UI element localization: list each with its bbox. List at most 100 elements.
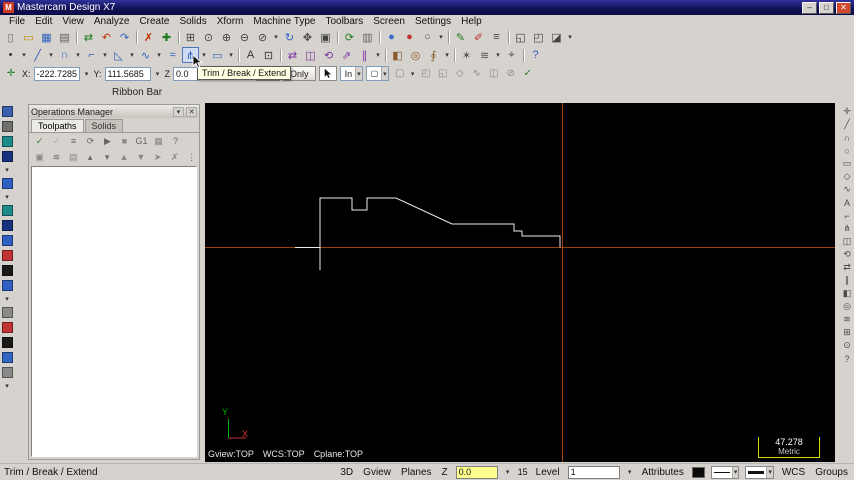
panel-menu-icon[interactable]: ▾ (173, 106, 184, 117)
dropdown-arrow-icon[interactable]: ▾ (3, 166, 11, 174)
rd-translate-icon[interactable]: ⇄ (841, 262, 854, 273)
dock-delete-tool[interactable] (1, 250, 13, 261)
dock-file-tool[interactable] (1, 106, 13, 117)
z-depth-button[interactable]: Z (440, 467, 450, 478)
levels-icon[interactable]: ≡ (488, 29, 505, 45)
dropdown-arrow-icon[interactable]: ▾ (566, 33, 574, 41)
drawing-canvas[interactable]: Y X Gview:TOP WCS:TOP Cplane:TOP 47.278 … (205, 103, 835, 462)
attributes-button[interactable]: Attributes (640, 467, 686, 478)
rd-polygon-icon[interactable]: ◇ (841, 171, 854, 182)
rd-rect-icon[interactable]: ▭ (841, 158, 854, 169)
bounding-box-icon[interactable]: ⊡ (260, 47, 277, 63)
rd-help-icon[interactable]: ? (841, 353, 854, 364)
panel-close-icon[interactable]: ✕ (186, 106, 197, 117)
dock-undo-tool[interactable] (1, 322, 13, 333)
select-none-ops-icon[interactable]: ✓ (49, 134, 64, 148)
verify-icon[interactable]: ■ (117, 134, 132, 148)
y-coordinate-input[interactable] (104, 66, 151, 81)
zoom-target-icon[interactable]: ⊙ (200, 29, 217, 45)
color-swatch[interactable] (691, 466, 705, 478)
menu-create[interactable]: Create (134, 16, 174, 27)
rd-grid-icon[interactable]: ⊞ (841, 327, 854, 338)
menu-help[interactable]: Help (456, 16, 487, 27)
in-selection-dropdown[interactable]: In ▾ (339, 66, 363, 81)
general-selection-icon[interactable] (318, 66, 337, 81)
pan-icon[interactable]: ✥ (299, 29, 316, 45)
create-point-icon[interactable]: • (2, 47, 19, 63)
dropdown-arrow-icon[interactable]: ▾ (494, 51, 502, 59)
unzoom-icon[interactable]: ⊘ (254, 29, 271, 45)
dropdown-arrow-icon[interactable]: ▾ (227, 51, 235, 59)
insert-arrow-icon[interactable]: ➤ (150, 150, 165, 164)
gview-front-icon[interactable]: ◰ (530, 29, 547, 45)
z-depth-input[interactable] (455, 465, 498, 479)
planes-button[interactable]: Planes (399, 467, 434, 478)
material-icon[interactable]: ● (401, 29, 418, 45)
part-profile-geometry[interactable] (295, 197, 561, 270)
parameters-icon[interactable]: ≡ (66, 134, 81, 148)
operations-manager-header[interactable]: Operations Manager ▾ ✕ (29, 105, 199, 118)
shape-selection-dropdown[interactable]: ▢ ▾ (365, 66, 389, 81)
create-arc-icon[interactable]: ∩ (56, 47, 73, 63)
gview-top-icon[interactable]: ◱ (512, 29, 529, 45)
menu-screen[interactable]: Screen (368, 16, 410, 27)
level-button[interactable]: Level (534, 467, 562, 478)
viewsheet-icon[interactable]: ▥ (359, 29, 376, 45)
new-file-icon[interactable]: ▯ (2, 29, 19, 45)
remove-op-icon[interactable]: ✗ (167, 150, 182, 164)
dropdown-arrow-icon[interactable]: ▾ (74, 51, 82, 59)
dock-xform-tool[interactable] (1, 220, 13, 231)
menu-toolbars[interactable]: Toolbars (320, 16, 368, 27)
dynamic-rotate-icon[interactable]: ↻ (281, 29, 298, 45)
rd-arc-icon[interactable]: ∩ (841, 132, 854, 143)
menu-settings[interactable]: Settings (410, 16, 456, 27)
dock-analyze-tool[interactable] (1, 151, 13, 162)
rd-toolpath-icon[interactable]: ≋ (841, 314, 854, 325)
wcs-button[interactable]: WCS (780, 467, 807, 478)
xform-scale-icon[interactable]: ⇗ (338, 47, 355, 63)
menu-xform[interactable]: Xform (212, 16, 249, 27)
rd-mirror-icon[interactable]: ◫ (841, 236, 854, 247)
gview-iso-icon[interactable]: ◪ (548, 29, 565, 45)
dock-solids-tool[interactable] (1, 205, 13, 216)
zoom-in-icon[interactable]: ⊕ (218, 29, 235, 45)
y-dropdown-icon[interactable]: ▾ (154, 70, 162, 78)
polygon-select-icon[interactable]: ◇ (452, 66, 468, 81)
dropdown-arrow-icon[interactable]: ▾ (3, 382, 11, 390)
attributes-pen-icon[interactable]: ✎ (452, 29, 469, 45)
xform-offset-icon[interactable]: ∥ (356, 47, 373, 63)
tab-solids[interactable]: Solids (84, 119, 124, 132)
zoom-out-icon[interactable]: ⊖ (236, 29, 253, 45)
backplot-icon[interactable]: ▶ (100, 134, 115, 148)
dropdown-arrow-icon[interactable]: ▾ (731, 466, 739, 478)
x-dropdown-icon[interactable]: ▾ (83, 70, 91, 78)
dropdown-arrow-icon[interactable]: ▾ (355, 67, 362, 80)
select-result-icon[interactable]: ▢ (392, 66, 408, 81)
end-selection-icon[interactable]: ✓ (520, 66, 536, 81)
level-input[interactable] (567, 465, 620, 479)
dropdown-arrow-icon[interactable]: ▾ (437, 33, 445, 41)
rd-trim-icon[interactable]: ⋔ (841, 223, 854, 234)
create-curve-icon[interactable]: ≈ (164, 47, 181, 63)
wireframe-icon[interactable]: ○ (419, 29, 436, 45)
post-icon[interactable]: G1 (134, 134, 149, 148)
line-width-dropdown[interactable]: ▾ (745, 465, 774, 479)
shaded-view-icon[interactable]: ● (383, 29, 400, 45)
xform-translate-icon[interactable]: ⇄ (284, 47, 301, 63)
dropdown-arrow-icon[interactable]: ▾ (381, 67, 388, 80)
create-rectangle-icon[interactable]: ▭ (209, 47, 226, 63)
ops-help-icon[interactable]: ? (168, 134, 183, 148)
rd-spline-icon[interactable]: ∿ (841, 184, 854, 195)
analyze-position-icon[interactable]: ⌖ (503, 47, 520, 63)
machine-group-icon[interactable]: ✶ (458, 47, 475, 63)
dropdown-arrow-icon[interactable]: ▾ (101, 51, 109, 59)
dock-machine-tool[interactable] (1, 235, 13, 246)
help-icon[interactable]: ? (527, 47, 544, 63)
operations-list[interactable] (31, 166, 197, 457)
menu-view[interactable]: View (57, 16, 89, 27)
open-file-icon[interactable]: ▭ (20, 29, 37, 45)
undelete-icon[interactable]: ✚ (158, 29, 175, 45)
x-coordinate-input[interactable] (33, 66, 80, 81)
dock-attr-tool[interactable] (1, 337, 13, 348)
tab-toolpaths[interactable]: Toolpaths (31, 119, 84, 132)
